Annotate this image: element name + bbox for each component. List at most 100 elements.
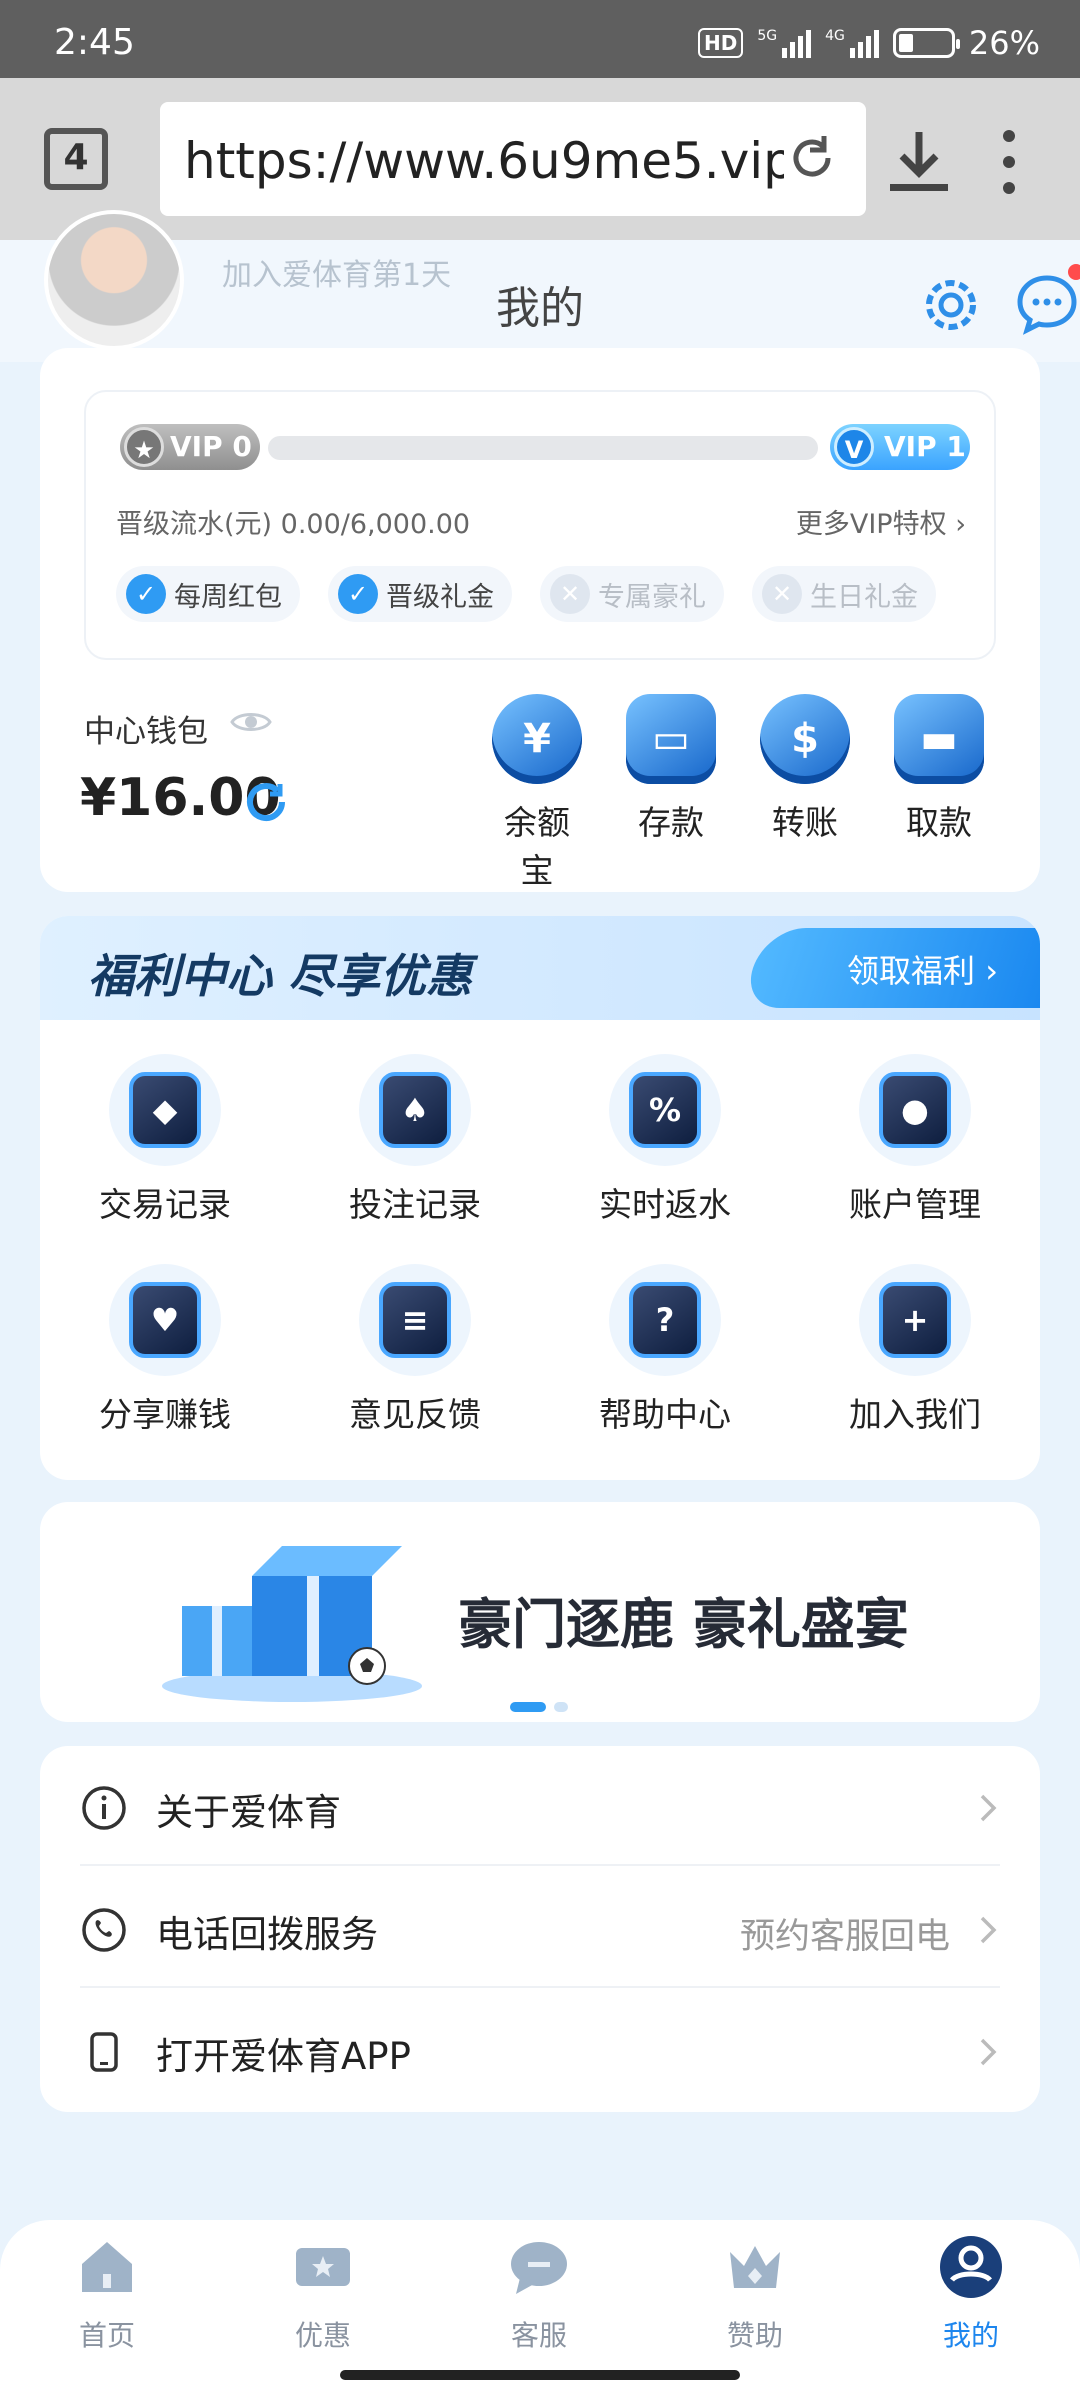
feedback-item[interactable]: ≡ 意见反馈 [290, 1264, 540, 1436]
settings-gear-icon[interactable] [916, 270, 986, 340]
chevron-right-icon: › [955, 509, 966, 540]
grid-label: 交易记录 [99, 1185, 231, 1224]
deposit-button[interactable]: ▭ 存款 [622, 694, 720, 892]
bet-records-item[interactable]: ♠ 投注记录 [290, 1054, 540, 1226]
yen-coin-icon: ¥ [492, 694, 582, 784]
home-indicator[interactable] [340, 2370, 740, 2380]
rebate-item[interactable]: % 实时返水 [540, 1054, 790, 1226]
join-us-item[interactable]: + 加入我们 [790, 1264, 1040, 1436]
transfer-button[interactable]: $ 转账 [756, 694, 854, 892]
refresh-balance-icon[interactable] [240, 776, 292, 828]
perk-label: 专属豪礼 [598, 581, 706, 613]
carousel-dots [510, 1702, 568, 1712]
question-icon: ? [609, 1264, 721, 1376]
chevron-right-icon [980, 1794, 997, 1822]
withdraw-button[interactable]: ▬ 取款 [890, 694, 988, 892]
vip-progress-panel: ★ VIP 0 V VIP 1 晋级流水(元) 0.00/6,000.00 更多VI… [84, 390, 996, 660]
carousel-dot[interactable] [554, 1702, 568, 1712]
percent-icon: % [609, 1054, 721, 1166]
network-5g-label: 5G [757, 28, 778, 44]
nav-customer-service[interactable]: 客服 [474, 2234, 604, 2354]
star-icon: ★ [124, 427, 164, 467]
vip-current-label: VIP 0 [170, 430, 252, 463]
phone-icon [82, 1908, 126, 1952]
envelope-icon: ≡ [359, 1264, 471, 1376]
welfare-grid: ◆ 交易记录 ♠ 投注记录 % 实时返水 ● 账户管理 ♥ 分享赚钱 ≡ 意见反馈 ? 帮助中… [40, 1054, 1040, 1436]
perk-weekly-redpacket[interactable]: ✓ 每周红包 [116, 566, 300, 622]
download-icon[interactable] [884, 126, 954, 196]
chevron-right-icon [980, 1916, 997, 1944]
reload-icon[interactable] [784, 130, 840, 186]
vip-wallet-card: ★ VIP 0 V VIP 1 晋级流水(元) 0.00/6,000.00 更多VI… [40, 348, 1040, 892]
share-earn-item[interactable]: ♥ 分享赚钱 [40, 1264, 290, 1436]
carousel-dot-active[interactable] [510, 1702, 546, 1712]
tab-switcher-button[interactable]: 4 [44, 128, 108, 190]
battery-icon [892, 28, 960, 58]
ticket-star-icon [296, 2248, 350, 2286]
vip-progress-text: 晋级流水(元) 0.00/6,000.00 [116, 509, 471, 540]
vip-v-icon: V [834, 427, 874, 467]
handshake-icon: ♥ [109, 1264, 221, 1376]
phone-callback-row[interactable]: 电话回拨服务 预约客服回电 [80, 1868, 1000, 1988]
eye-icon[interactable] [230, 708, 272, 736]
perk-upgrade-bonus[interactable]: ✓ 晋级礼金 [328, 566, 512, 622]
cross-icon: ✕ [550, 574, 590, 614]
welfare-center-card: 福利中心 尽享优惠 领取福利 › ◆ 交易记录 ♠ 投注记录 % 实时返水 ● 账户管理… [40, 916, 1040, 1480]
vip-next-badge: V VIP 1 [830, 424, 970, 470]
promo-text: 豪门逐鹿 豪礼盛宴 [458, 1593, 909, 1656]
promo-banner[interactable]: 豪门逐鹿 豪礼盛宴 [40, 1502, 1040, 1722]
claim-label-text: 领取福利 [847, 952, 976, 990]
help-center-item[interactable]: ? 帮助中心 [540, 1264, 790, 1436]
welfare-title: 福利中心 尽享优惠 [88, 949, 473, 1003]
about-row[interactable]: 关于爱体育 [80, 1746, 1000, 1866]
open-app-row[interactable]: 打开爱体育APP [80, 1990, 1000, 2110]
nav-label: 首页 [78, 2319, 135, 2352]
nav-home[interactable]: 首页 [42, 2234, 172, 2354]
nav-label: 我的 [942, 2319, 999, 2352]
signal-4g-icon: 4G [825, 28, 879, 58]
welfare-banner: 福利中心 尽享优惠 领取福利 › [40, 916, 1040, 1020]
grid-label: 分享赚钱 [99, 1395, 231, 1434]
perk-birthday-bonus[interactable]: ✕ 生日礼金 [752, 566, 936, 622]
grid-label: 账户管理 [849, 1185, 981, 1224]
home-icon [82, 2242, 132, 2292]
status-bar: 2:45 HD 5G 4G 26% [0, 0, 1080, 78]
action-label: 取款 [906, 803, 972, 842]
about-label: 关于爱体育 [156, 1791, 341, 1834]
account-management-item[interactable]: ● 账户管理 [790, 1054, 1040, 1226]
settings-menu: 关于爱体育 电话回拨服务 预约客服回电 打开爱体育APP [40, 1746, 1040, 2112]
url-text[interactable]: https://www.6u9me5.vip:9 [184, 132, 784, 190]
nav-mine[interactable]: 我的 [906, 2234, 1036, 2354]
message-icon[interactable] [1012, 270, 1080, 340]
nav-sponsor[interactable]: 赞助 [690, 2234, 820, 2354]
transaction-records-item[interactable]: ◆ 交易记录 [40, 1054, 290, 1226]
perk-label: 晋级礼金 [386, 581, 494, 613]
grid-label: 实时返水 [599, 1185, 731, 1224]
grid-label: 意见反馈 [349, 1395, 481, 1434]
notification-dot [1068, 264, 1080, 280]
perk-label: 每周红包 [174, 581, 282, 613]
more-vip-privileges-link[interactable]: 更多VIP特权 › [796, 502, 966, 541]
bottom-navigation: 首页 优惠 客服 赞助 我的 [0, 2220, 1080, 2400]
perk-exclusive-gift[interactable]: ✕ 专属豪礼 [540, 566, 724, 622]
dollar-coin-icon: $ [760, 694, 850, 784]
perk-label: 生日礼金 [810, 581, 918, 613]
nav-label: 客服 [510, 2319, 567, 2352]
profile-icon [940, 2236, 1002, 2298]
signal-5g-icon: 5G [757, 28, 812, 58]
nav-label: 赞助 [726, 2319, 783, 2352]
claim-welfare-label[interactable]: 领取福利 › [847, 946, 998, 992]
vip-perks: ✓ 每周红包 ✓ 晋级礼金 ✕ 专属豪礼 ✕ 生日礼金 [116, 566, 936, 622]
spade-card-icon: ♠ [359, 1054, 471, 1166]
info-icon [82, 1786, 126, 1830]
chevron-right-icon [980, 2038, 997, 2066]
nav-promotions[interactable]: 优惠 [258, 2234, 388, 2354]
status-time: 2:45 [54, 22, 135, 63]
more-menu-icon[interactable] [994, 130, 1024, 194]
plus-calendar-icon: + [859, 1264, 971, 1376]
address-bar[interactable]: https://www.6u9me5.vip:9 [160, 102, 866, 216]
browser-toolbar: 4 https://www.6u9me5.vip:9 [0, 78, 1080, 240]
yuebao-button[interactable]: ¥ 余额宝 [488, 694, 586, 892]
battery-percent: 26% [968, 24, 1040, 62]
check-icon: ✓ [126, 574, 166, 614]
